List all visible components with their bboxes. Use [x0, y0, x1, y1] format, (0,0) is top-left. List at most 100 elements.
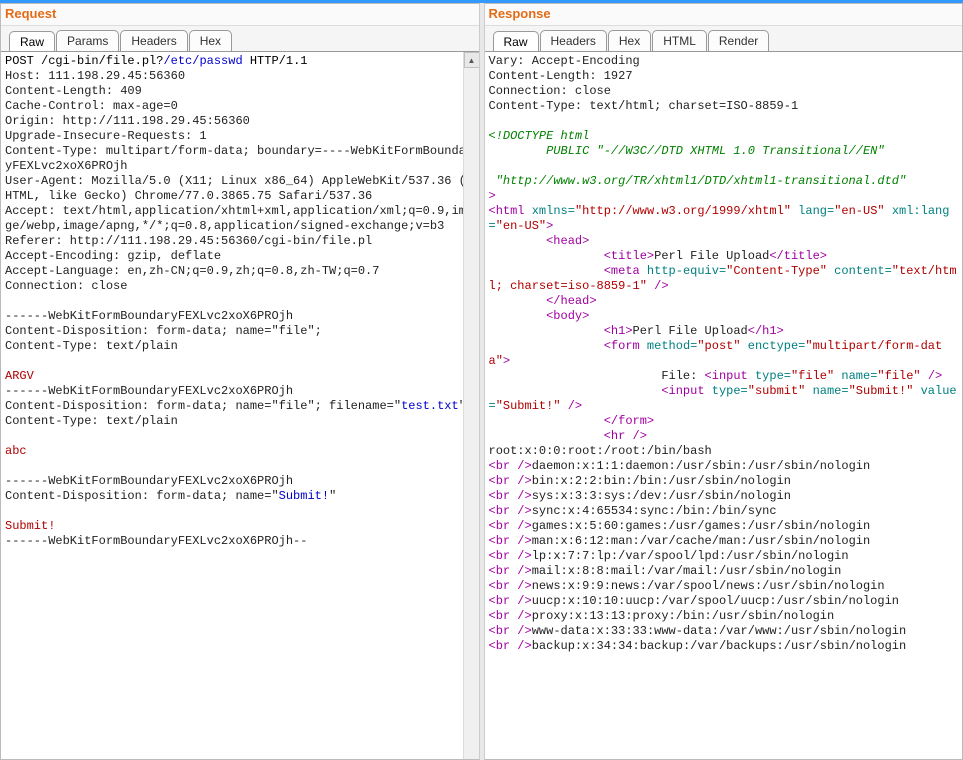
- lang-val: "en-US": [834, 204, 884, 218]
- input-close-2: />: [561, 399, 583, 413]
- doctype-1: <!DOCTYPE html PUBLIC "-//W3C//DTD XHTML…: [489, 129, 885, 158]
- passwd-line: bin:x:2:2:bin:/bin:/usr/sbin/nologin: [532, 474, 791, 488]
- tab-resp-render[interactable]: Render: [708, 30, 769, 51]
- html-tag: <html: [489, 204, 525, 218]
- tab-resp-html[interactable]: HTML: [652, 30, 707, 51]
- response-content-area[interactable]: Vary: Accept-Encoding Content-Length: 19…: [485, 51, 963, 759]
- head-open: <head>: [489, 234, 590, 248]
- xmlns-val: "http://www.w3.org/1999/xhtml": [575, 204, 791, 218]
- request-raw-text[interactable]: POST /cgi-bin/file.pl?/etc/passwd HTTP/1…: [1, 52, 479, 551]
- tab-resp-headers[interactable]: Headers: [540, 30, 607, 51]
- gt2: >: [546, 219, 553, 233]
- doctype-2: "http://www.w3.org/TR/xhtml1/DTD/xhtml1-…: [489, 174, 907, 188]
- passwd-line: sync:x:4:65534:sync:/bin:/bin/sync: [532, 504, 777, 518]
- br-5: <br />: [489, 519, 532, 533]
- h1-close: </h1>: [748, 324, 784, 338]
- value-submit: "Submit!": [496, 399, 561, 413]
- meta-close: />: [647, 279, 669, 293]
- method-val: "post": [697, 339, 740, 353]
- passwd-news: news:x:9:9:news:/var/spool/news:/usr/sbi…: [532, 579, 885, 593]
- type-file: "file": [791, 369, 834, 383]
- indent: [489, 384, 662, 398]
- br-9: <br />: [489, 579, 532, 593]
- name-attr-2: name=: [805, 384, 848, 398]
- passwd-root: root:x:0:0:root:/root:/bin/bash: [489, 444, 712, 458]
- submit-value: Submit!: [5, 519, 55, 533]
- type-attr-2: type=: [705, 384, 748, 398]
- passwd-www: www-data:x:33:33:www-data:/var/www:/usr/…: [532, 624, 906, 638]
- passwd-backup: backup:x:34:34:backup:/var/backups:/usr/…: [532, 639, 906, 653]
- name-submit: "Submit!": [849, 384, 914, 398]
- br-3: <br />: [489, 489, 532, 503]
- br-11: <br />: [489, 609, 532, 623]
- http-version: HTTP/1.1: [243, 54, 308, 68]
- name-file: "file": [877, 369, 920, 383]
- tab-params[interactable]: Params: [56, 30, 119, 51]
- split-container: Request Raw Params Headers Hex POST /cgi…: [0, 3, 963, 760]
- passwd-line: games:x:5:60:games:/usr/games:/usr/sbin/…: [532, 519, 870, 533]
- input-open-1: <input: [705, 369, 748, 383]
- form-close: </form>: [489, 414, 655, 428]
- passwd-proxy: proxy:x:13:13:proxy:/bin:/usr/sbin/nolog…: [532, 609, 834, 623]
- passwd-line: daemon:x:1:1:daemon:/usr/sbin:/usr/sbin/…: [532, 459, 870, 473]
- filename-text: test.txt: [401, 399, 459, 413]
- multipart-2a: ------WebKitFormBoundaryFEXLvc2xoX6PROjh…: [5, 384, 401, 413]
- response-panel: Response Raw Headers Hex HTML Render Var…: [484, 3, 963, 760]
- form-open: <form: [489, 339, 640, 353]
- request-content-area[interactable]: POST /cgi-bin/file.pl?/etc/passwd HTTP/1…: [1, 51, 479, 759]
- response-title: Response: [485, 4, 963, 26]
- content-attr: content=: [827, 264, 892, 278]
- http-method: POST: [5, 54, 41, 68]
- body-open: <body>: [489, 309, 590, 323]
- url-payload: /etc/passwd: [163, 54, 242, 68]
- enctype-attr: enctype=: [741, 339, 806, 353]
- request-tabs: Raw Params Headers Hex: [1, 26, 479, 51]
- title-text: Perl File Upload: [654, 249, 769, 263]
- response-tabs: Raw Headers Hex HTML Render: [485, 26, 963, 51]
- head-close: </head>: [489, 294, 597, 308]
- response-raw-text[interactable]: Vary: Accept-Encoding Content-Length: 19…: [485, 52, 963, 656]
- multipart-end: ------WebKitFormBoundaryFEXLvc2xoX6PROjh…: [5, 534, 307, 548]
- http-path: /cgi-bin/file.pl?: [41, 54, 163, 68]
- h1-text: Perl File Upload: [633, 324, 748, 338]
- passwd-line: sys:x:3:3:sys:/dev:/usr/sbin/nologin: [532, 489, 791, 503]
- title-close: </title>: [769, 249, 827, 263]
- lang-attr: lang=: [791, 204, 834, 218]
- meta-open: <meta: [489, 264, 640, 278]
- file-label: File:: [489, 369, 705, 383]
- multipart-1: ------WebKitFormBoundaryFEXLvc2xoX6PROjh…: [5, 309, 322, 353]
- br-7: <br />: [489, 549, 532, 563]
- h1-open: <h1>: [489, 324, 633, 338]
- xmlns-attr: xmlns=: [525, 204, 575, 218]
- multipart-3b: ": [329, 489, 336, 503]
- request-panel: Request Raw Params Headers Hex POST /cgi…: [0, 3, 480, 760]
- scrollbar[interactable]: ▲: [463, 52, 479, 759]
- passwd-line: lp:x:7:7:lp:/var/spool/lpd:/usr/sbin/nol…: [532, 549, 849, 563]
- tab-resp-hex[interactable]: Hex: [608, 30, 651, 51]
- title-open: <title>: [489, 249, 655, 263]
- br-12: <br />: [489, 624, 532, 638]
- httpequiv-val: "Content-Type": [726, 264, 827, 278]
- argv-text: ARGV: [5, 369, 34, 383]
- br-10: <br />: [489, 594, 532, 608]
- br-8: <br />: [489, 564, 532, 578]
- passwd-line: man:x:6:12:man:/var/cache/man:/usr/sbin/…: [532, 534, 870, 548]
- abc-text: abc: [5, 444, 27, 458]
- httpequiv-attr: http-equiv=: [640, 264, 726, 278]
- input-close-1: />: [921, 369, 943, 383]
- type-submit: "submit": [748, 384, 806, 398]
- passwd-line: mail:x:8:8:mail:/var/mail:/usr/sbin/nolo…: [532, 564, 842, 578]
- hr-tag: <hr />: [489, 429, 647, 443]
- br-1: <br />: [489, 459, 532, 473]
- tab-resp-raw[interactable]: Raw: [493, 31, 539, 52]
- br-4: <br />: [489, 504, 532, 518]
- tab-hex[interactable]: Hex: [189, 30, 232, 51]
- tab-headers[interactable]: Headers: [120, 30, 187, 51]
- form-gt: >: [503, 354, 510, 368]
- tab-raw[interactable]: Raw: [9, 31, 55, 52]
- passwd-uucp: uucp:x:10:10:uucp:/var/spool/uucp:/usr/s…: [532, 594, 899, 608]
- response-headers-block: Vary: Accept-Encoding Content-Length: 19…: [489, 54, 799, 113]
- scroll-up-icon[interactable]: ▲: [464, 52, 479, 68]
- request-title: Request: [1, 4, 479, 26]
- input-open-2: <input: [661, 384, 704, 398]
